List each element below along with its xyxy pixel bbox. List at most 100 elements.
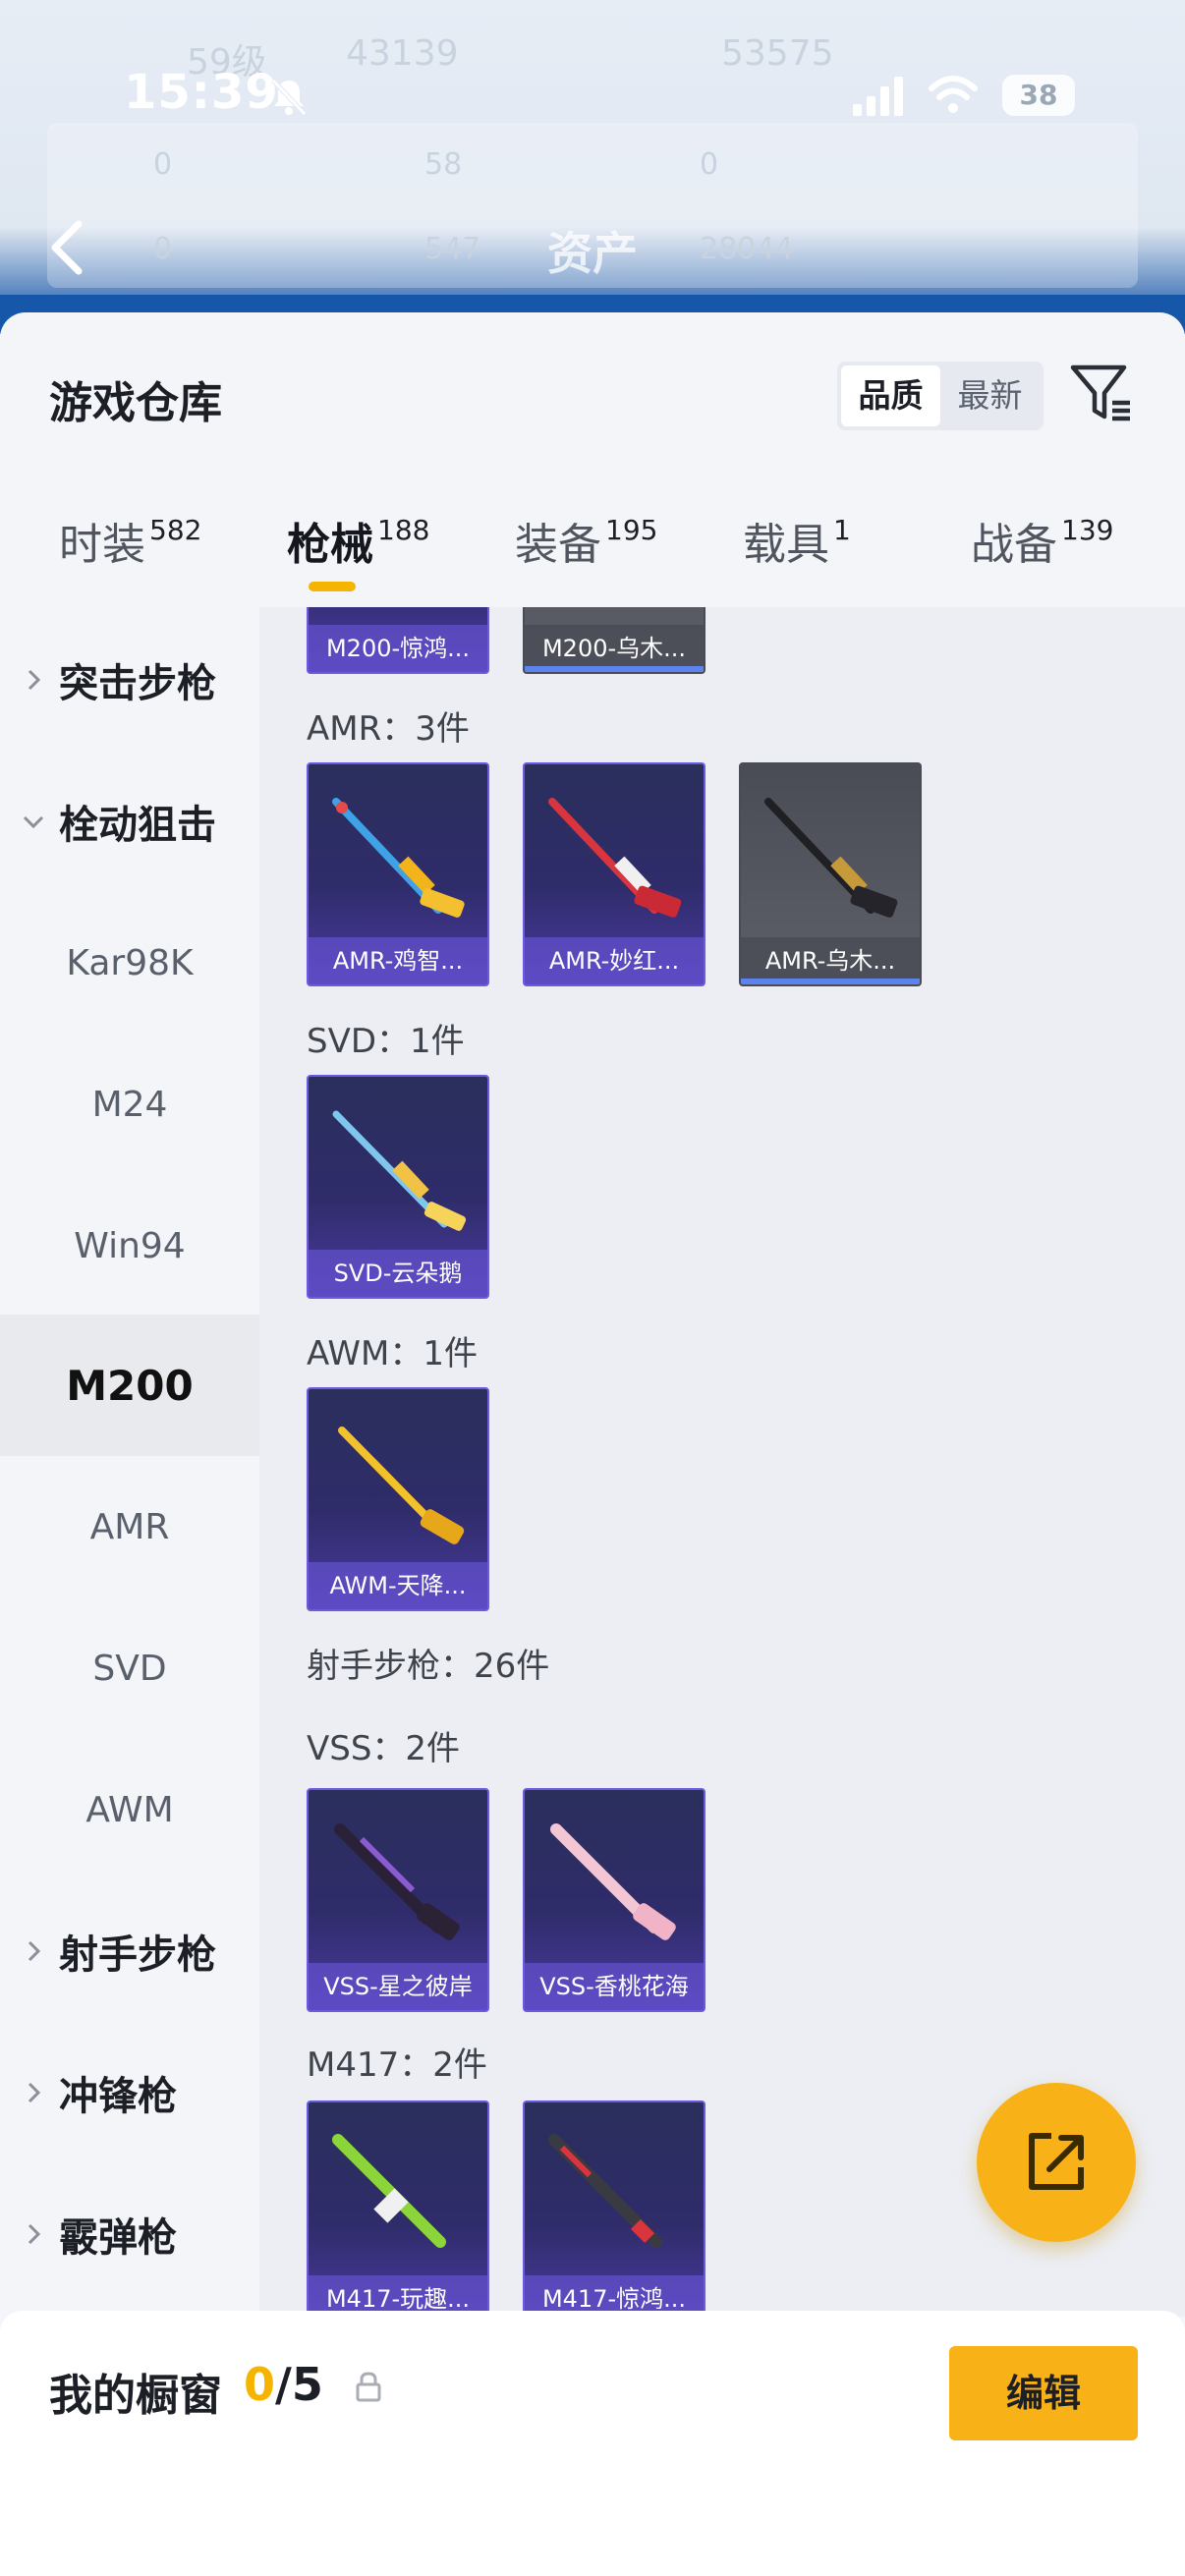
- skin-card-m200-1[interactable]: M200-惊鸿...: [307, 607, 489, 674]
- edit-button[interactable]: 编辑: [949, 2346, 1138, 2440]
- tab-count: 1: [833, 513, 851, 546]
- skin-card-m417-2[interactable]: M417-惊鸿...: [523, 2100, 705, 2317]
- page-title: 资产: [547, 227, 638, 280]
- sidebar-item-label: 突击步枪: [59, 661, 216, 706]
- sheet-title: 游戏仓库: [49, 378, 222, 428]
- section-title-marksman: 射手步枪：26件: [307, 1647, 550, 1686]
- weapon-category-sidebar: 突击步枪 栓动狙击 Kar98K M24 Win94 M200 AMR SVD …: [0, 607, 259, 2317]
- chevron-right-icon: [28, 669, 41, 691]
- ghost-score: 53575: [721, 33, 834, 74]
- game-warehouse-sheet: 游戏仓库 品质 最新 时装 582 枪械 188 装备 195 载具 1 战备 …: [0, 312, 1185, 2576]
- tab-label: 枪械: [287, 520, 373, 570]
- sidebar-item-svd[interactable]: SVD: [0, 1597, 259, 1739]
- skin-card-amr-1[interactable]: AMR-鸡智...: [307, 762, 489, 986]
- skin-card-caption: M200-惊鸿...: [309, 625, 487, 672]
- chevron-down-icon: [23, 815, 44, 829]
- active-tab-indicator: [309, 582, 356, 591]
- ghost-stat-2: 58: [424, 147, 463, 182]
- category-tabs: 时装 582 枪械 188 装备 195 载具 1 战备 139: [0, 509, 1185, 607]
- sort-quality-button[interactable]: 品质: [841, 365, 940, 426]
- signal-icon: [853, 77, 903, 116]
- rifle-icon: [334, 1823, 460, 1940]
- skin-card-caption: AMR-鸡智...: [309, 937, 487, 984]
- sidebar-item-marksman-rifles[interactable]: 射手步枪: [0, 1880, 259, 2022]
- sidebar-item-kar98k[interactable]: Kar98K: [0, 892, 259, 1034]
- share-button[interactable]: [977, 2083, 1136, 2242]
- chevron-right-icon: [28, 2223, 41, 2245]
- sidebar-item-bolt-action[interactable]: 栓动狙击: [0, 751, 259, 892]
- skin-card-m200-2[interactable]: M200-乌木...: [523, 607, 705, 674]
- sidebar-item-m24[interactable]: M24: [0, 1034, 259, 1175]
- share-external-icon: [1029, 2133, 1084, 2190]
- skin-card-caption: AMR-妙红...: [525, 937, 704, 984]
- status-time: 15:39: [124, 65, 279, 120]
- tab-label: 装备: [515, 520, 601, 570]
- group-title-vss: VSS：2件: [307, 1729, 461, 1768]
- skin-card-amr-2[interactable]: AMR-妙红...: [523, 762, 705, 986]
- skin-card-caption: M200-乌木...: [525, 625, 704, 672]
- tab-count: 195: [605, 513, 658, 546]
- chevron-right-icon: [28, 2082, 41, 2103]
- sidebar-item-assault-rifles[interactable]: 突击步枪: [0, 609, 259, 751]
- sidebar-item-label: 冲锋枪: [59, 2074, 177, 2119]
- bell-muted-icon: [271, 79, 307, 116]
- ghost-stat-1: 0: [153, 147, 173, 182]
- rifle-icon: [548, 2134, 662, 2248]
- tab-count: 188: [377, 513, 430, 546]
- sidebar-item-label: 栓动狙击: [59, 803, 216, 848]
- ghost-stat-3: 0: [700, 147, 719, 182]
- tab-fashion[interactable]: 时装 582: [59, 509, 201, 607]
- group-title-m417: M417：2件: [307, 2045, 487, 2085]
- skin-card-caption: AWM-天降...: [309, 1562, 487, 1609]
- weapon-skin-grid: M200-惊鸿... M200-乌木... AMR：3件 AMR-鸡智... A…: [259, 607, 1185, 2317]
- showcase-total-count: /5: [275, 2358, 323, 2411]
- showcase-bar: 我的橱窗 0/5 编辑: [0, 2311, 1185, 2576]
- tab-count: 582: [149, 513, 202, 546]
- tab-vehicles[interactable]: 载具 1: [743, 509, 851, 607]
- showcase-count: 0/5: [244, 2358, 323, 2411]
- skin-card-vss-1[interactable]: VSS-星之彼岸: [307, 1788, 489, 2012]
- skin-card-m417-1[interactable]: M417-玩趣...: [307, 2100, 489, 2317]
- skin-card-caption: SVD-云朵鹅: [309, 1250, 487, 1297]
- rifle-icon: [550, 1823, 676, 1940]
- tab-supplies[interactable]: 战备 139: [971, 509, 1113, 607]
- rifle-icon: [332, 2134, 446, 2248]
- tab-label: 时装: [59, 520, 145, 570]
- sidebar-item-amr[interactable]: AMR: [0, 1456, 259, 1597]
- wifi-icon: [929, 76, 978, 113]
- skin-card-amr-3[interactable]: AMR-乌木...: [739, 762, 922, 986]
- group-title-svd: SVD：1件: [307, 1022, 465, 1061]
- sidebar-item-smg[interactable]: 冲锋枪: [0, 2022, 259, 2163]
- group-title-amr: AMR：3件: [307, 709, 470, 749]
- sheet-header: 游戏仓库 品质 最新 时装 582 枪械 188 装备 195 载具 1 战备 …: [0, 312, 1185, 607]
- sidebar-item-label: 射手步枪: [59, 1932, 216, 1978]
- sidebar-item-awm[interactable]: AWM: [0, 1739, 259, 1880]
- tab-equipment[interactable]: 装备 195: [515, 509, 657, 607]
- chevron-right-icon: [28, 1940, 41, 1962]
- battery-icon: 38: [1002, 75, 1075, 116]
- sidebar-item-shotguns[interactable]: 霰弹枪: [0, 2163, 259, 2305]
- rifle-icon: [338, 1427, 465, 1544]
- tab-label: 战备: [971, 520, 1057, 570]
- rifle-icon: [332, 798, 465, 918]
- sidebar-item-win94[interactable]: Win94: [0, 1175, 259, 1316]
- tab-label: 载具: [743, 520, 829, 570]
- tab-firearms[interactable]: 枪械 188: [287, 509, 429, 607]
- rifle-icon: [764, 798, 898, 918]
- rifle-icon: [332, 1110, 467, 1231]
- skin-card-caption: VSS-星之彼岸: [309, 1963, 487, 2010]
- skin-card-vss-2[interactable]: VSS-香桃花海: [523, 1788, 705, 2012]
- sidebar-item-m200[interactable]: M200: [0, 1315, 259, 1456]
- skin-card-svd-1[interactable]: SVD-云朵鹅: [307, 1075, 489, 1299]
- lock-icon: [356, 2372, 381, 2402]
- skin-card-awm-1[interactable]: AWM-天降...: [307, 1387, 489, 1611]
- skin-card-caption: AMR-乌木...: [741, 937, 920, 984]
- group-title-awm: AWM：1件: [307, 1334, 478, 1373]
- sort-toggle: 品质 最新: [837, 362, 1044, 430]
- sort-latest-button[interactable]: 最新: [940, 365, 1040, 426]
- filter-icon[interactable]: [1069, 362, 1134, 426]
- skin-card-caption: VSS-香桃花海: [525, 1963, 704, 2010]
- showcase-used-count: 0: [244, 2358, 276, 2411]
- showcase-label: 我的橱窗: [49, 2371, 222, 2421]
- rifle-icon: [548, 798, 682, 918]
